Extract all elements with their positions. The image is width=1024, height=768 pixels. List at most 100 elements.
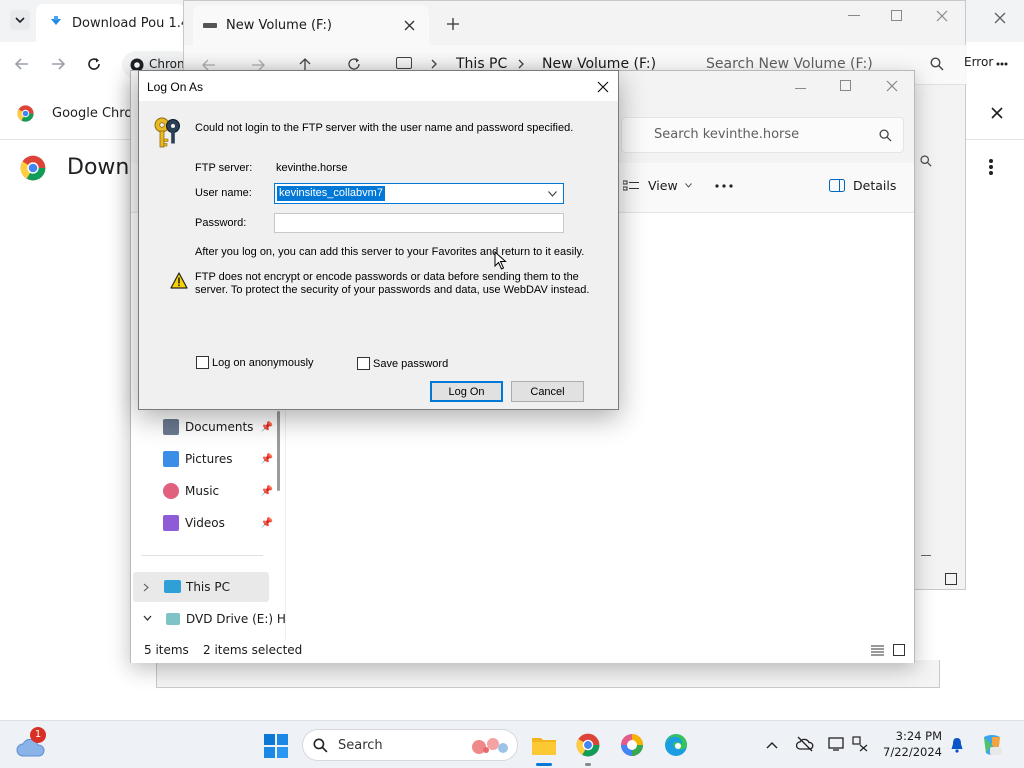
chevron-down-icon xyxy=(15,17,25,24)
details-view-icon[interactable] xyxy=(871,645,884,656)
explorer-tab-title: New Volume (F:) xyxy=(226,18,332,33)
more-vertical-icon[interactable] xyxy=(988,158,994,176)
warning-text-line1: FTP does not encrypt or encode passwords… xyxy=(195,271,579,283)
maximize-icon[interactable] xyxy=(840,80,851,91)
weather-widget[interactable]: 1 xyxy=(16,727,50,761)
notification-bell-icon[interactable] xyxy=(950,737,964,753)
clock-date[interactable]: 7/22/2024 xyxy=(876,745,942,759)
file-explorer-app[interactable] xyxy=(524,725,564,766)
chrome-app[interactable] xyxy=(568,725,608,766)
this-pc-icon xyxy=(164,580,181,593)
close-icon[interactable] xyxy=(990,106,1004,120)
tab-close-icon[interactable] xyxy=(404,20,415,31)
password-field[interactable] xyxy=(274,213,564,233)
chevron-up-icon[interactable] xyxy=(766,741,778,749)
save-password-checkbox[interactable]: Save password xyxy=(357,357,448,370)
network-icon[interactable] xyxy=(852,736,868,752)
nav-item-label: Videos xyxy=(185,516,225,530)
minimize-icon[interactable] xyxy=(795,88,806,89)
forward-arrow-icon[interactable] xyxy=(50,56,66,72)
details-pane-icon xyxy=(829,179,845,192)
reload-icon[interactable] xyxy=(86,56,102,72)
photos-icon xyxy=(621,734,643,756)
status-selection: 2 items selected xyxy=(203,643,303,657)
checkbox-box[interactable] xyxy=(196,356,209,369)
tab-search-button[interactable] xyxy=(10,10,30,30)
this-pc-label: This PC xyxy=(186,580,230,594)
edge-app[interactable] xyxy=(656,725,696,765)
search-box[interactable]: Search kevinthe.horse xyxy=(621,117,904,153)
username-combobox[interactable]: kevinsites_collabvm7 xyxy=(274,183,564,204)
site-chip-label: Chron xyxy=(149,57,185,71)
maximize-icon[interactable] xyxy=(891,10,902,21)
search-highlight-icon xyxy=(467,735,511,757)
log-on-as-dialog: Log On As Could not login to the FTP ser… xyxy=(138,70,619,410)
photos-app[interactable] xyxy=(612,725,652,765)
search-icon xyxy=(920,155,932,167)
save-password-label: Save password xyxy=(373,357,449,370)
taskbar-search[interactable]: Search xyxy=(302,729,518,761)
weather-badge: 1 xyxy=(30,727,46,743)
minimize-icon xyxy=(921,555,931,556)
anonymous-label: Log on anonymously xyxy=(212,356,314,369)
chevron-down-icon[interactable] xyxy=(548,191,557,197)
back-arrow-icon[interactable] xyxy=(14,56,30,72)
windows-start-icon[interactable] xyxy=(264,734,288,758)
drive-icon xyxy=(203,23,217,28)
details-label: Details xyxy=(853,178,897,193)
breadcrumb-chevron-icon xyxy=(430,59,438,69)
navigation-pane: Documents 📌 Pictures 📌 Music 📌 Videos 📌 xyxy=(131,411,286,641)
username-input[interactable]: kevinsites_collabvm7 xyxy=(277,186,385,201)
tiles-view-icon[interactable] xyxy=(945,573,957,585)
dvd-drive-label: DVD Drive (E:) H xyxy=(186,612,286,626)
google-chrome-logo xyxy=(20,155,46,181)
refresh-icon[interactable] xyxy=(347,57,361,71)
status-item-count: 5 items xyxy=(144,643,189,657)
nav-item-this-pc[interactable]: This PC xyxy=(133,572,269,602)
nav-item-videos[interactable]: Videos 📌 xyxy=(163,507,273,539)
log-on-button[interactable]: Log On xyxy=(430,381,503,402)
nav-item-pictures[interactable]: Pictures 📌 xyxy=(163,443,273,475)
nav-item-label: Documents xyxy=(185,420,254,434)
tiles-view-icon[interactable] xyxy=(893,644,905,656)
view-button[interactable]: View xyxy=(623,178,692,193)
breadcrumb-chevron-icon xyxy=(517,59,525,69)
keys-icon xyxy=(151,115,183,151)
background-window-frame xyxy=(156,660,940,688)
more-options-icon[interactable] xyxy=(715,184,733,188)
pin-icon: 📌 xyxy=(260,485,273,497)
close-icon xyxy=(597,81,609,93)
new-tab-plus-icon[interactable] xyxy=(447,18,459,30)
minimize-icon[interactable] xyxy=(848,15,860,16)
display-icon[interactable] xyxy=(828,736,844,752)
window-close-icon[interactable] xyxy=(994,12,1006,24)
up-arrow-icon[interactable] xyxy=(298,57,312,71)
checkbox-box[interactable] xyxy=(357,357,370,370)
nav-item-music[interactable]: Music 📌 xyxy=(163,475,273,507)
window-close-icon[interactable] xyxy=(936,10,948,22)
google-chrome-icon xyxy=(17,105,34,122)
anonymous-checkbox[interactable]: Log on anonymously xyxy=(196,356,314,369)
nav-scrollbar-thumb[interactable] xyxy=(277,411,280,491)
copilot-icon[interactable] xyxy=(980,733,1004,757)
details-button[interactable]: Details xyxy=(829,178,896,193)
onedrive-offline-icon[interactable] xyxy=(796,736,814,752)
status-bar: 5 items 2 items selected xyxy=(131,639,914,663)
dialog-title: Log On As xyxy=(147,80,204,94)
pin-icon: 📌 xyxy=(260,453,273,465)
cancel-button[interactable]: Cancel xyxy=(511,381,584,402)
chrome-tab[interactable]: Download Pou 1.4.11 xyxy=(36,4,210,42)
search-icon xyxy=(879,129,892,142)
explorer-tab[interactable]: New Volume (F:) xyxy=(193,5,429,47)
error-label: Error xyxy=(964,55,994,69)
nav-item-dvd-drive[interactable]: DVD Drive (E:) H xyxy=(133,604,286,634)
download-arrow-icon xyxy=(48,15,64,31)
dialog-close-button[interactable] xyxy=(592,76,614,98)
monitor-icon xyxy=(396,57,412,69)
chevron-down-icon xyxy=(143,615,152,621)
nav-item-documents[interactable]: Documents 📌 xyxy=(163,411,273,443)
window-close-icon[interactable] xyxy=(886,80,898,92)
search-input[interactable]: Search kevinthe.horse xyxy=(654,127,799,142)
search-icon[interactable] xyxy=(930,57,944,71)
clock-time[interactable]: 3:24 PM xyxy=(880,729,942,743)
